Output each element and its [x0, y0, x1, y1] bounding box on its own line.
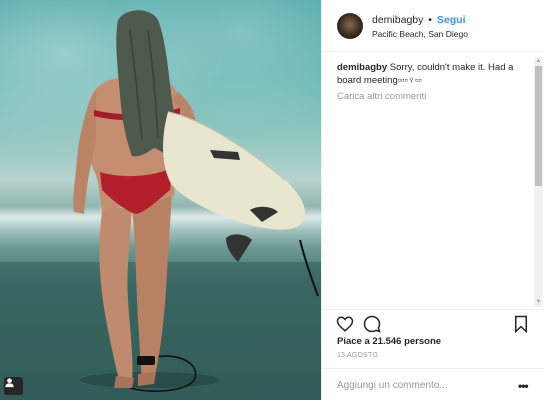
- header-user-line: demibagby • Segui: [372, 14, 466, 26]
- user-tag-icon[interactable]: [4, 377, 23, 395]
- post-details-panel: demibagby • Segui Pacific Beach, San Die…: [321, 0, 544, 400]
- add-comment-bar: •••: [322, 368, 544, 400]
- bookmark-icon[interactable]: [512, 315, 530, 334]
- heart-icon[interactable]: [336, 315, 354, 333]
- location-link[interactable]: Pacific Beach, San Diego: [372, 29, 468, 39]
- avatar[interactable]: [337, 13, 363, 39]
- caption-username[interactable]: demibagby: [337, 62, 387, 73]
- username-link[interactable]: demibagby: [372, 14, 423, 26]
- caption: demibagby Sorry, couldn't make it. Had a…: [337, 61, 527, 87]
- post-photo[interactable]: [0, 0, 321, 400]
- likes-count[interactable]: Piace a 21.546 persone: [337, 336, 441, 347]
- action-bar: [322, 309, 544, 334]
- comment-icon[interactable]: [363, 315, 381, 333]
- post-date: 13 AGOSTO: [337, 352, 378, 359]
- scroll-up-arrow-icon[interactable]: ▲: [534, 57, 543, 65]
- scroll-down-arrow-icon[interactable]: ▼: [534, 298, 543, 306]
- post-header: demibagby • Segui Pacific Beach, San Die…: [322, 0, 544, 52]
- load-more-comments-link[interactable]: Carica altri commenti: [337, 91, 426, 102]
- surfer-illustration: [0, 10, 321, 400]
- more-options-icon[interactable]: •••: [518, 379, 529, 393]
- separator-dot: •: [428, 14, 432, 26]
- scrollbar-thumb[interactable]: [535, 66, 542, 186]
- follow-button[interactable]: Segui: [437, 14, 466, 26]
- comment-input[interactable]: [337, 377, 507, 393]
